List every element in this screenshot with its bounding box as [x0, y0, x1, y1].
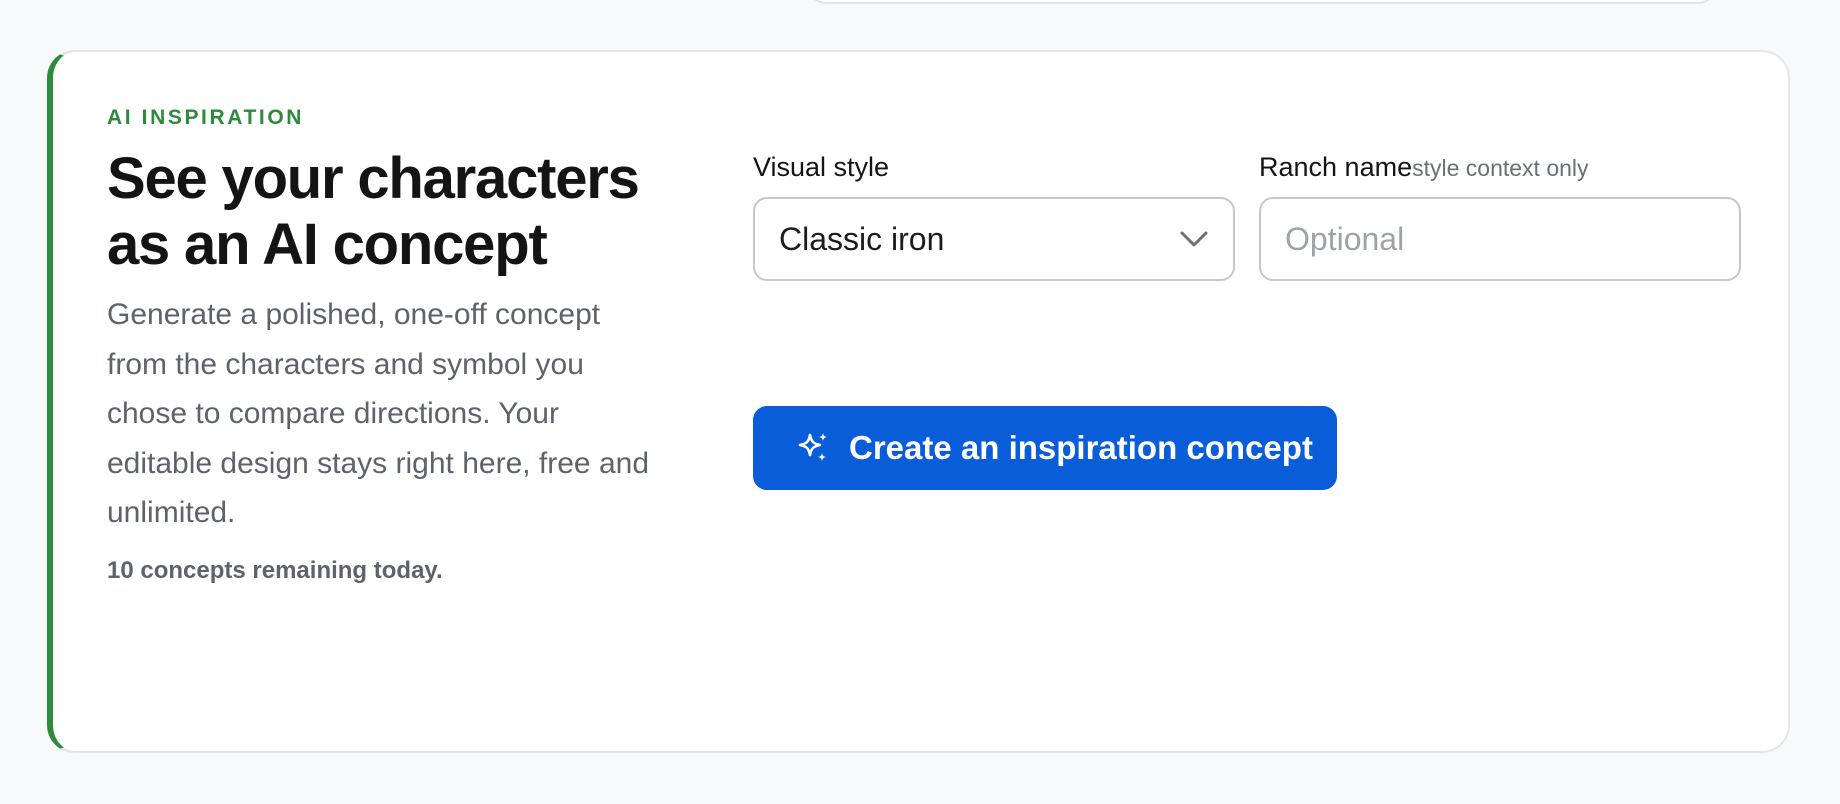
ranch-name-hint: style context only [1412, 155, 1589, 181]
section-eyebrow: AI INSPIRATION [107, 106, 305, 129]
card-title: See your characters as an AI concept [107, 146, 667, 278]
remaining-concepts-count: 10 concepts remaining today. [107, 556, 443, 584]
sparkle-icon [798, 433, 827, 461]
ranch-name-field: Ranch name style context only [1259, 152, 1741, 281]
intro-column: AI INSPIRATION See your characters as an… [107, 104, 667, 586]
visual-style-field: Visual style Classic iron [753, 152, 1235, 281]
create-inspiration-concept-button[interactable]: Create an inspiration concept [753, 406, 1337, 490]
card-description: Generate a polished, one-off concept fro… [107, 298, 650, 529]
previous-card-edge [805, 0, 1719, 4]
ranch-name-input-wrapper [1259, 197, 1741, 281]
card-title-line-1: See your characters [107, 146, 640, 211]
card-title-line-2: as an AI concept [107, 212, 548, 277]
chevron-down-icon [1180, 231, 1208, 247]
visual-style-selected-value: Classic iron [779, 221, 945, 257]
ranch-name-label: Ranch name style context only [1259, 152, 1741, 192]
ranch-name-label-text: Ranch name [1259, 152, 1413, 182]
ai-inspiration-card: AI INSPIRATION See your characters as an… [47, 50, 1790, 753]
create-button-label: Create an inspiration concept [849, 429, 1313, 466]
visual-style-select[interactable]: Classic iron [753, 197, 1235, 281]
visual-style-label: Visual style [753, 152, 1235, 192]
ranch-name-input[interactable] [1261, 199, 1739, 279]
visual-style-label-text: Visual style [753, 152, 890, 182]
